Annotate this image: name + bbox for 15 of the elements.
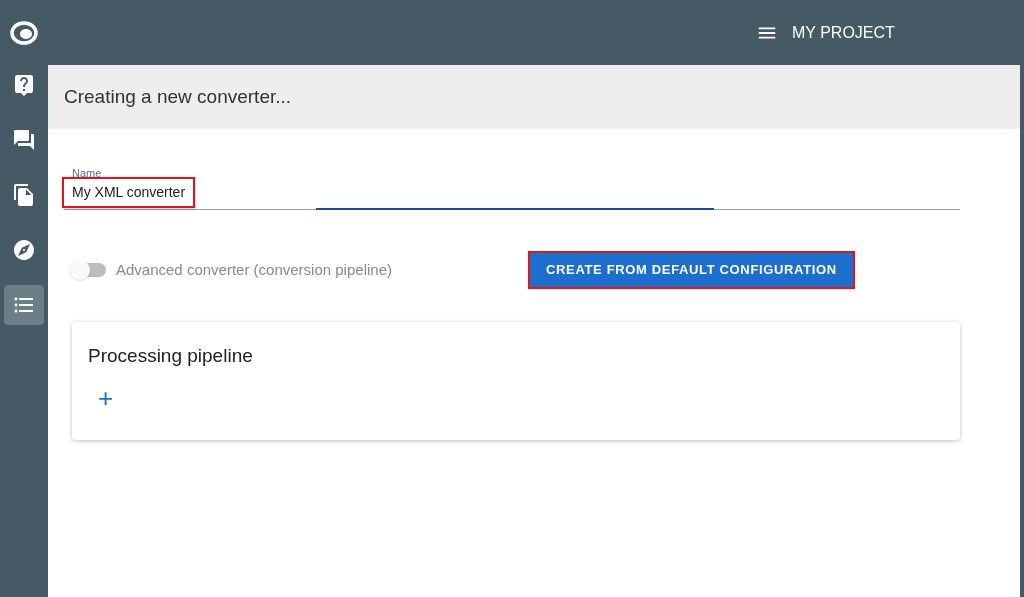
help-icon [12,73,36,97]
documents-icon [12,183,36,207]
page-title: Creating a new converter... [64,84,292,109]
logo-icon [9,19,39,46]
sidebar-item[interactable] [4,285,44,325]
compass-icon [12,238,36,262]
chat-icon [12,128,36,152]
name-field[interactable]: Name My XML converter [64,165,960,210]
advanced-toggle[interactable] [70,260,108,280]
add-button[interactable]: + [98,384,114,411]
project-name: MY PROJECT [792,22,895,43]
field-value: My XML converter [62,177,196,208]
create-button[interactable]: CREATE FROM DEFAULT CONFIGURATION [528,251,855,289]
toggle-label: Advanced converter (conversion pipeline) [116,259,393,280]
card-title: Processing pipeline [88,344,254,368]
